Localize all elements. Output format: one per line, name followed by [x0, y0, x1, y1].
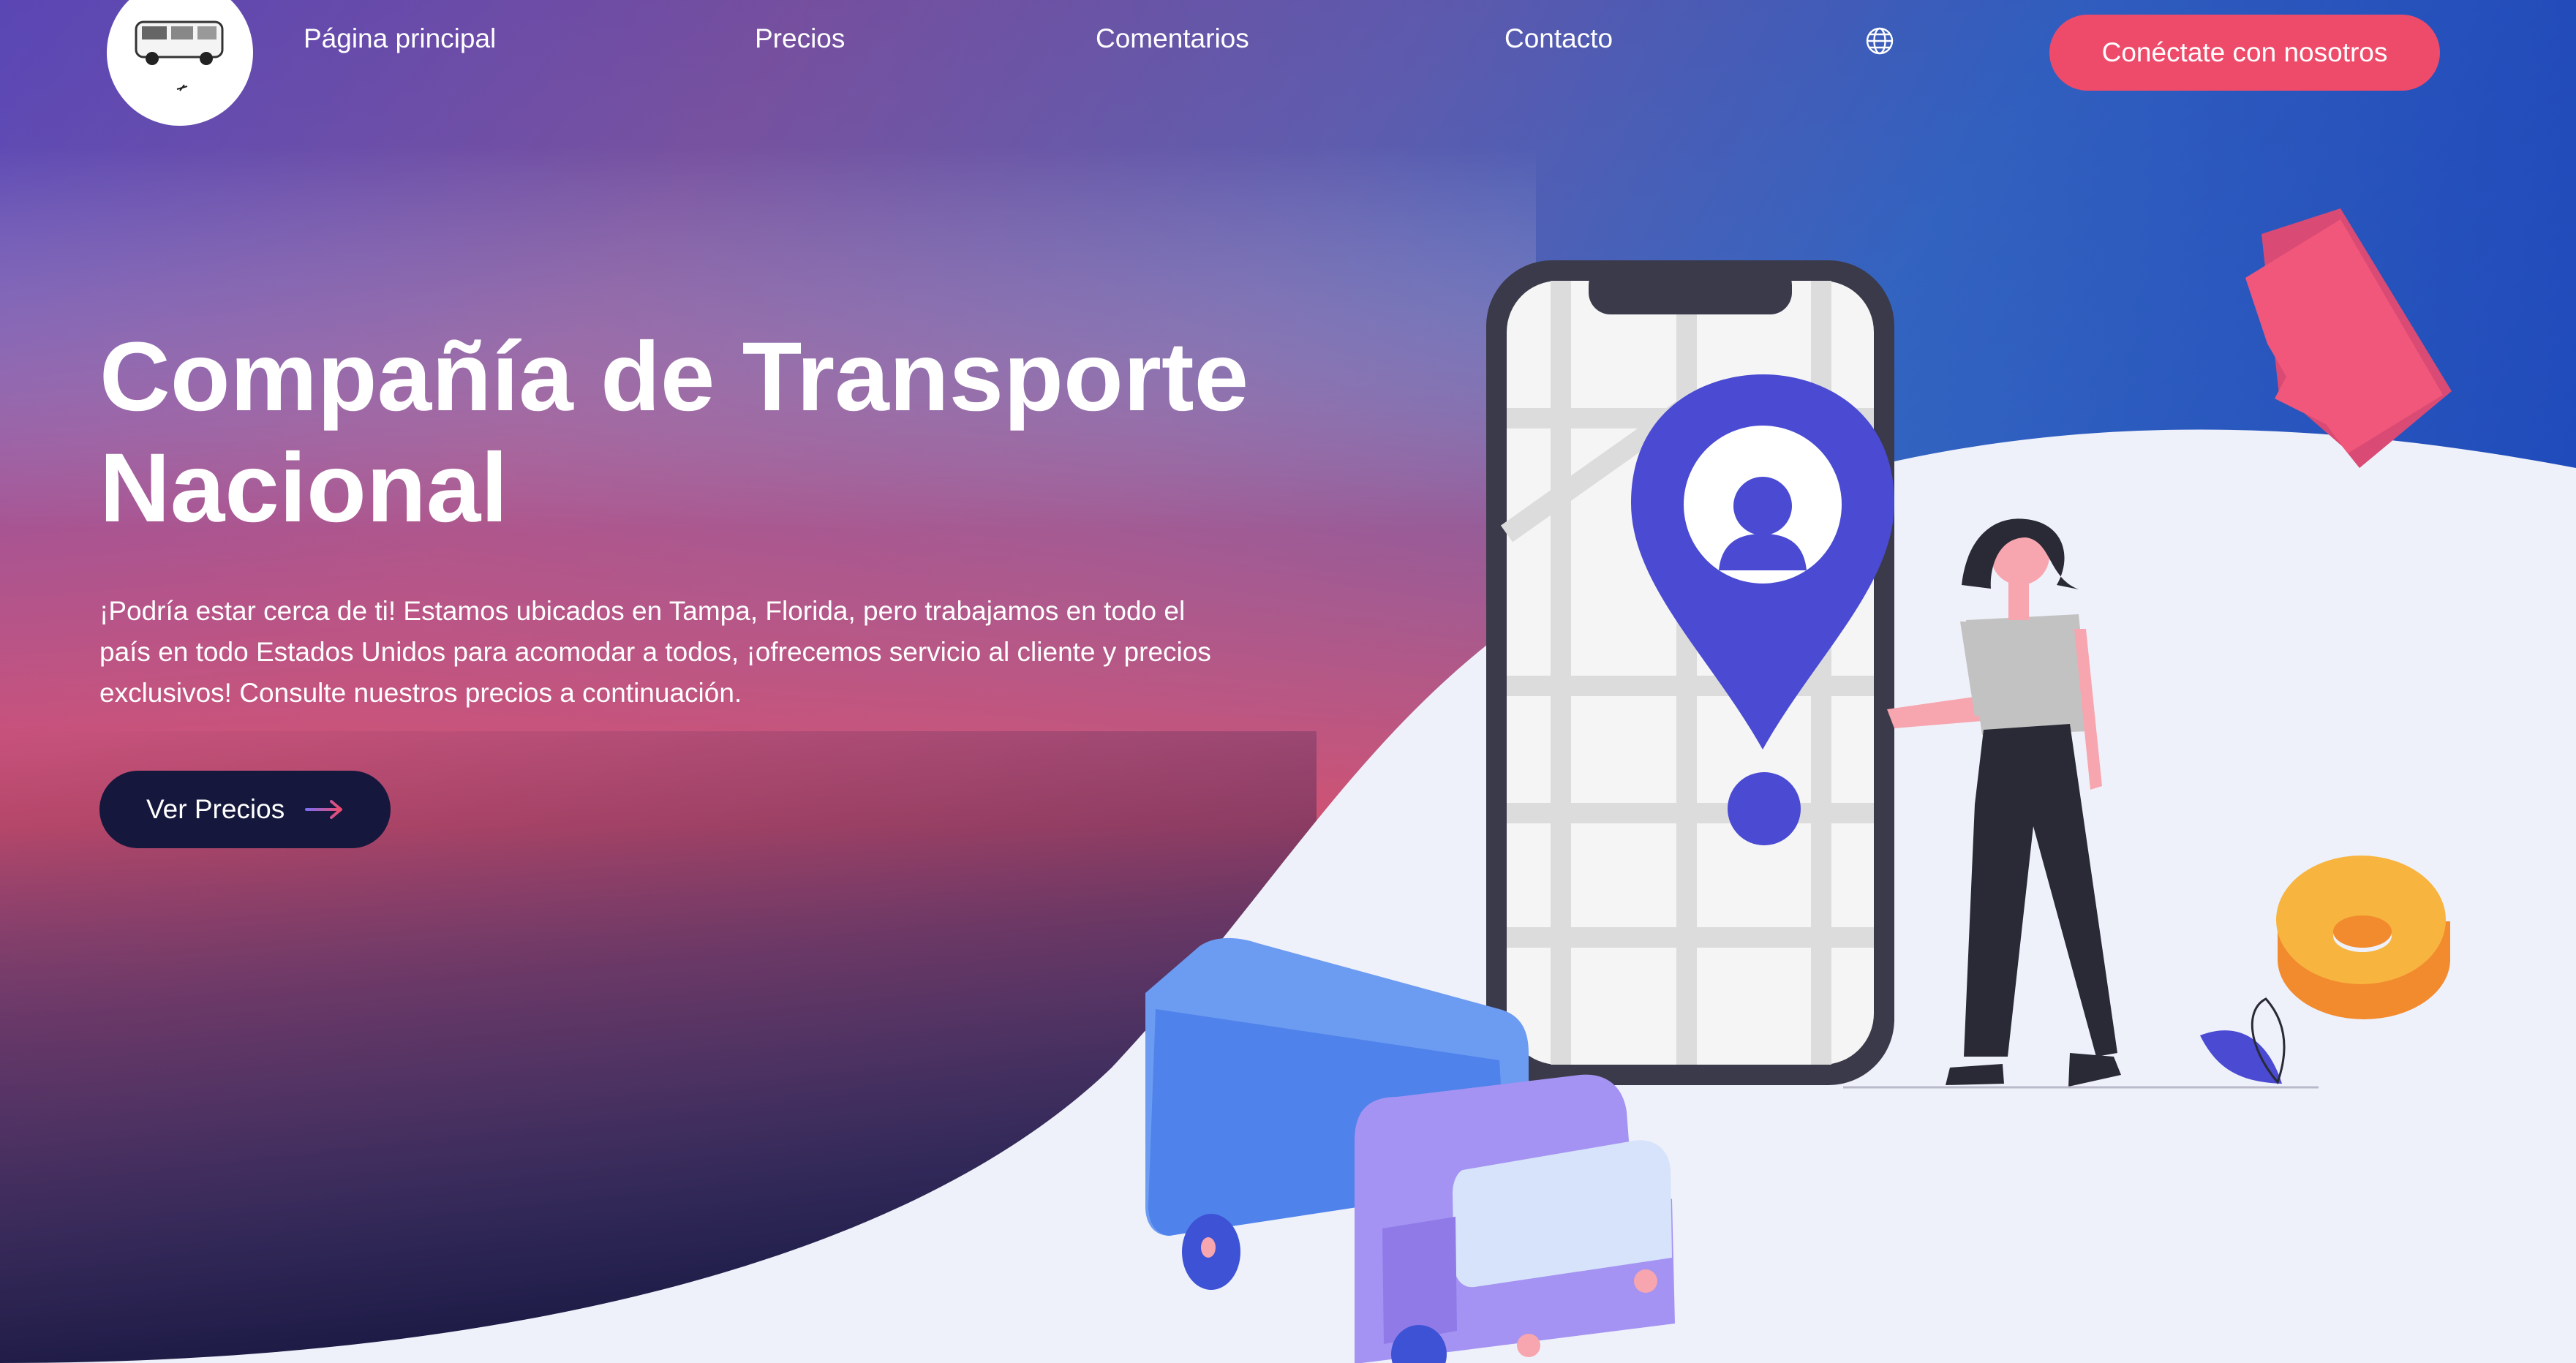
donut-shape-illustration: [2276, 856, 2450, 1019]
chat-bubble-icon: [2245, 208, 2452, 468]
hero-section: Página principal Precios Comentarios Con…: [0, 0, 2576, 1363]
delivery-illustration: [1145, 208, 2452, 1363]
leaf-plant-illustration: [2200, 997, 2286, 1084]
woman-illustration: [1887, 518, 2121, 1087]
smartphone-illustration: [1486, 260, 1894, 1085]
